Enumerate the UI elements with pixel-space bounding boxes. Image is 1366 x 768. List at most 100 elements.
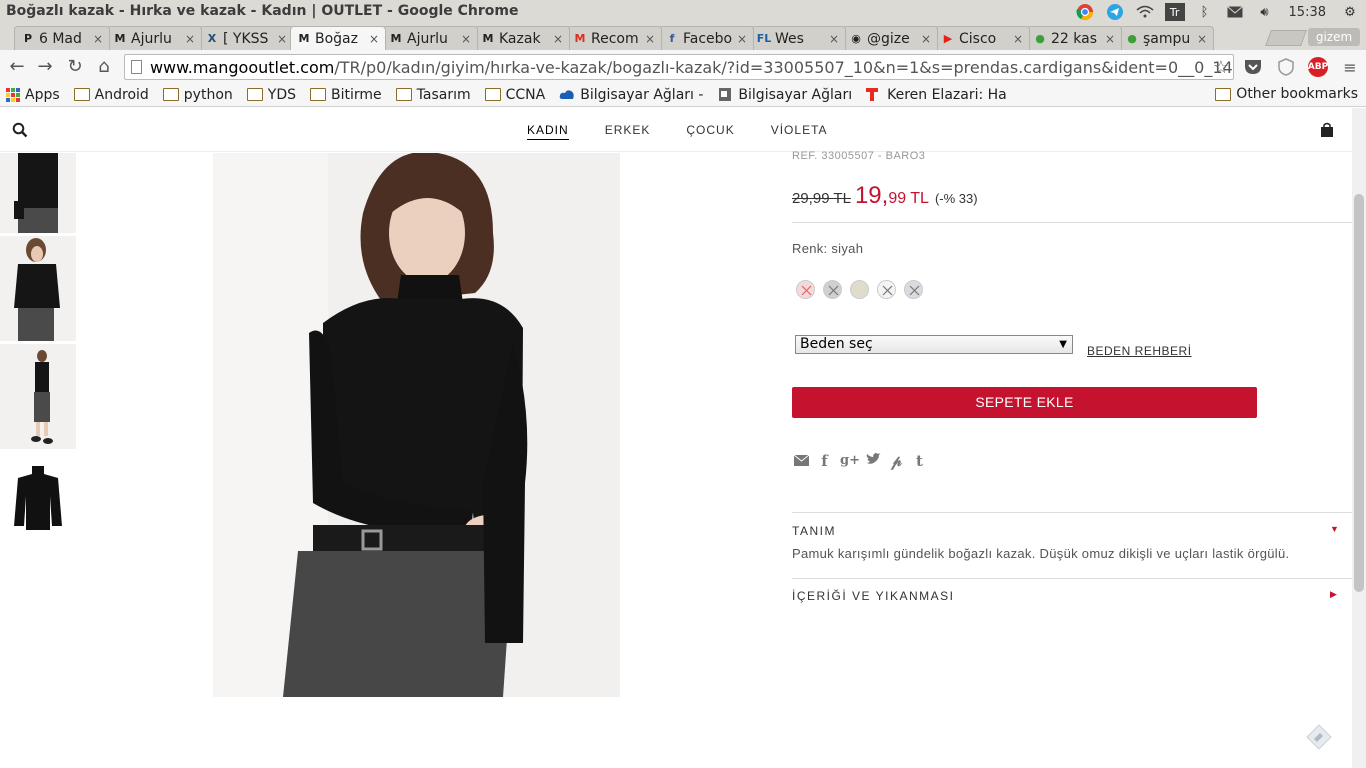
add-to-cart-button[interactable]: SEPETE EKLE [792,387,1257,418]
page-scrollbar[interactable] [1352,108,1366,768]
color-swatch[interactable] [823,280,842,299]
floating-widget-icon[interactable] [1306,724,1332,750]
discount-percent: (-% 33) [934,191,978,206]
nav-erkek[interactable]: ERKEK [605,123,651,140]
apps-icon [6,87,20,102]
chevron-down-icon[interactable]: ▼ [1330,524,1339,534]
bookmark-item[interactable]: Tasarım [395,87,471,103]
thumbnail-4[interactable] [0,452,76,557]
color-swatch[interactable] [877,280,896,299]
tab-label: Ajurlu [407,30,448,47]
bookmark-item[interactable]: YDS [246,87,296,103]
close-icon[interactable]: × [645,32,655,46]
telegram-icon[interactable] [1105,2,1125,22]
profile-button[interactable]: gizem [1308,28,1360,46]
thumbnail-1[interactable] [0,153,76,233]
tab-label: 6 Mad [39,30,82,47]
accordion-care-title[interactable]: İÇERİĞİ VE YIKANMASI [792,589,954,603]
pinterest-icon[interactable]: 𝓅 [889,453,904,469]
other-bookmarks[interactable]: Other bookmarks [1215,86,1358,102]
close-icon[interactable]: × [185,32,195,46]
close-icon[interactable]: × [93,32,103,46]
color-swatch[interactable] [850,280,869,299]
close-icon[interactable]: × [553,32,563,46]
facebook-icon[interactable]: f [817,453,832,469]
close-icon[interactable]: × [369,32,379,46]
scrollbar-thumb[interactable] [1354,194,1364,592]
bookmark-item[interactable]: Bilgisayar Ağları [717,87,852,103]
bookmark-item[interactable]: Bitirme [310,87,382,103]
close-icon[interactable]: × [1013,32,1023,46]
twitter-icon[interactable] [866,453,881,469]
chevron-right-icon[interactable]: ▶ [1330,589,1337,600]
tab-1[interactable]: P 6 Mad × [14,26,110,50]
close-icon[interactable]: × [921,32,931,46]
tab-label: şampu [1143,30,1191,47]
tab-6[interactable]: M Kazak × [474,26,570,50]
bookmark-item[interactable]: Bilgisayar Ağları - [559,87,703,103]
nav-kadin[interactable]: KADIN [527,123,569,140]
bookmark-item[interactable]: CCNA [484,87,545,103]
close-icon[interactable]: × [1197,32,1207,46]
nav-violeta[interactable]: VİOLETA [771,123,828,140]
tab-10[interactable]: ◉ @gize × [842,26,938,50]
chrome-icon[interactable] [1075,2,1095,22]
tab-2[interactable]: M Ajurlu × [106,26,202,50]
bookmark-item[interactable]: Apps [6,87,60,103]
close-icon[interactable]: × [1105,32,1115,46]
color-swatch[interactable] [796,280,815,299]
tab-4[interactable]: M Boğaz × [290,26,386,50]
reload-icon[interactable]: ↻ [64,56,86,78]
color-swatch[interactable] [904,280,923,299]
wifi-icon[interactable] [1135,2,1155,22]
thumbnail-2[interactable] [0,236,76,341]
settings-gear-icon[interactable]: ⚙ [1340,2,1360,22]
accordion-tanim-title[interactable]: TANIM [792,524,836,538]
google-plus-icon[interactable]: g+ [840,453,860,469]
close-icon[interactable]: × [829,32,839,46]
bookmark-label: Android [94,86,149,103]
bookmark-item[interactable]: Keren Elazari: Ha [866,87,1007,103]
close-icon[interactable]: × [737,32,747,46]
menu-icon[interactable]: ≡ [1340,57,1360,77]
back-arrow-icon[interactable]: ← [6,56,28,78]
close-icon[interactable]: × [277,32,287,46]
new-tab-button[interactable] [1265,30,1307,46]
tab-9[interactable]: FL Wes × [750,26,846,50]
size-select[interactable]: Beden seç ▼ [795,335,1073,354]
url-text[interactable]: www.mangooutlet.com/TR/p0/kadın/giyim/hı… [150,58,1233,77]
mail-icon[interactable] [1225,2,1245,22]
size-guide-link[interactable]: BEDEN REHBERİ [1087,344,1192,358]
close-icon[interactable]: × [461,32,471,46]
nav-cocuk[interactable]: ÇOCUK [686,123,734,140]
search-icon[interactable] [12,122,28,138]
tab-label: Boğaz [315,30,358,47]
bookmark-item[interactable]: python [162,87,233,103]
shopping-bag-icon[interactable] [1319,122,1335,138]
tab-8[interactable]: f Facebo × [658,26,754,50]
clock[interactable]: 15:38 [1285,2,1330,22]
volume-icon[interactable]: 🔊︎ [1255,2,1275,22]
home-icon[interactable]: ⌂ [93,56,115,78]
tab-5[interactable]: M Ajurlu × [382,26,478,50]
tab-12[interactable]: ● 22 kas × [1026,26,1122,50]
tab-7[interactable]: M Recom × [566,26,662,50]
thumbnail-3[interactable] [0,344,76,449]
tab-3[interactable]: X [ YKSS × [198,26,294,50]
email-icon[interactable] [793,453,810,469]
forward-arrow-icon[interactable]: → [34,56,56,78]
adblock-icon[interactable]: ABP [1308,57,1328,77]
bookmark-item[interactable]: Android [73,86,149,103]
address-bar[interactable]: www.mangooutlet.com/TR/p0/kadın/giyim/hı… [124,54,1234,80]
browser-toolbar: ← → ↻ ⌂ www.mangooutlet.com/TR/p0/kadın/… [0,50,1366,83]
tumblr-icon[interactable]: t [912,453,927,469]
product-main-image[interactable] [213,153,620,697]
bluetooth-icon[interactable]: ᛒ [1195,2,1215,22]
keyboard-lang-icon[interactable]: Tr [1164,3,1185,21]
pocket-icon[interactable] [1243,57,1263,77]
shield-icon[interactable] [1276,57,1296,77]
tab-13[interactable]: ● şampu × [1118,26,1214,50]
size-select-value: Beden seç [800,336,873,352]
bookmark-star-icon[interactable]: ☆ [1213,57,1229,78]
tab-11[interactable]: ▶ Cisco × [934,26,1030,50]
